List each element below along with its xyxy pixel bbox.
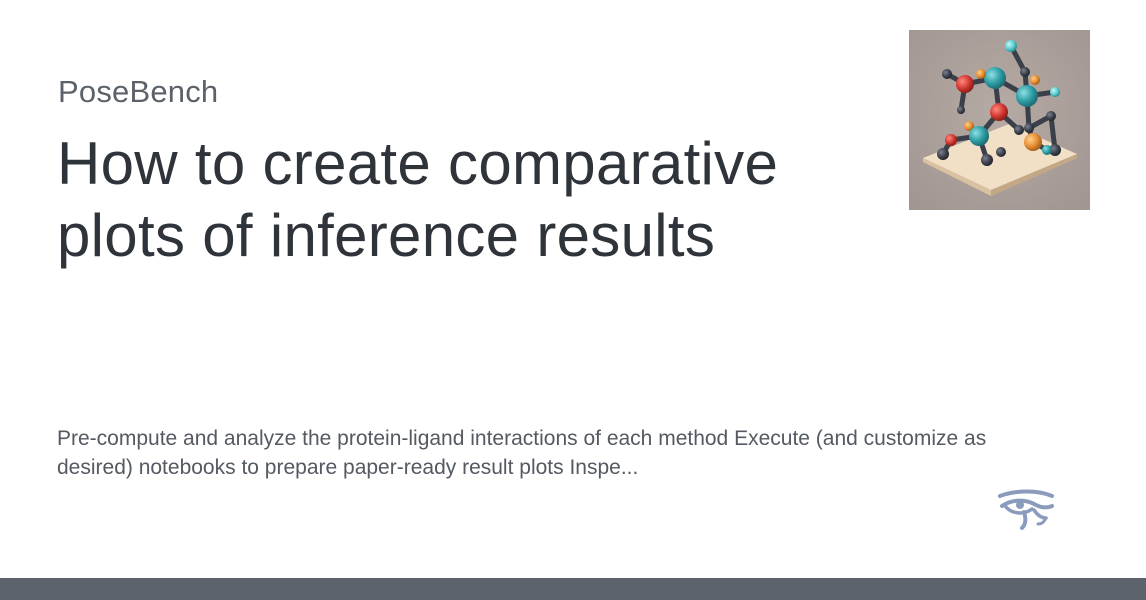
molecule-illustration-icon	[909, 30, 1090, 210]
footer-bar	[0, 578, 1146, 600]
page-title: How to create comparative plots of infer…	[57, 130, 779, 269]
page-description: Pre-compute and analyze the protein-liga…	[57, 427, 987, 479]
preview-card: PoseBench How to create comparative plot…	[0, 0, 1146, 578]
site-name: PoseBench	[58, 74, 219, 109]
eye-of-horus-icon	[996, 488, 1054, 532]
